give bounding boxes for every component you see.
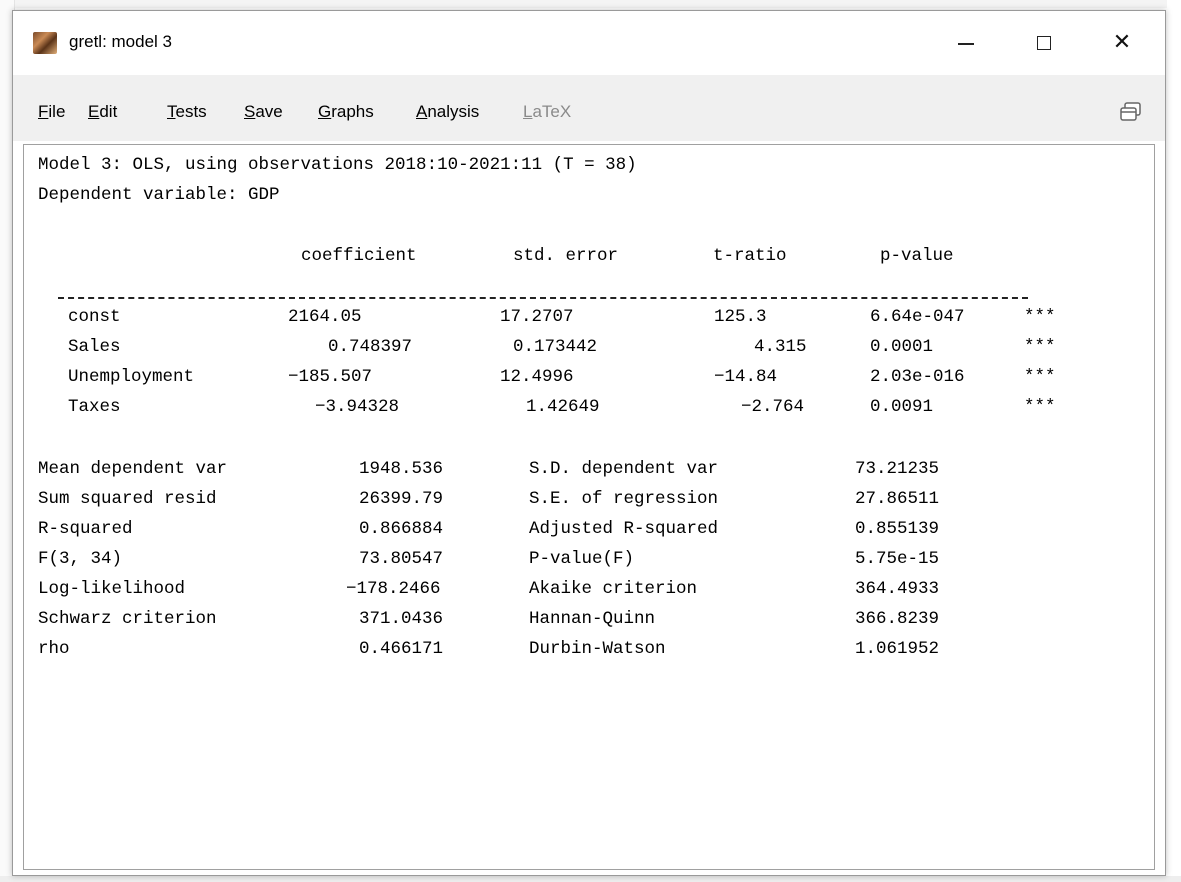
column-header-p-value: p-value: [880, 246, 954, 266]
maximize-icon: [1037, 36, 1051, 50]
menu-latex-label: aTeX: [532, 102, 572, 121]
row-p: 0.0001: [870, 337, 934, 357]
stat-label: P-value(F): [529, 549, 635, 569]
stat-value: 5.75e-15: [855, 549, 940, 569]
stat-value: 1948.536: [359, 459, 444, 479]
stat-label: Sum squared resid: [38, 489, 217, 509]
close-button[interactable]: ✕: [1087, 11, 1157, 75]
row-p: 0.0091: [870, 397, 934, 417]
stat-value: 0.855139: [855, 519, 940, 539]
row-coef: −3.94328: [315, 397, 400, 417]
window-title: gretl: model 3: [69, 32, 172, 51]
gretl-app-icon[interactable]: [33, 32, 57, 54]
row-coef: 0.748397: [328, 337, 413, 357]
stat-value: 0.466171: [359, 639, 444, 659]
stat-label: R-squared: [38, 519, 133, 539]
row-t: 125.3: [714, 307, 767, 327]
window-restore-icon[interactable]: [1120, 102, 1142, 122]
output-header-line1: Model 3: OLS, using observations 2018:10…: [38, 155, 637, 175]
stat-value: 27.86511: [855, 489, 940, 509]
background-strip-right: [1167, 0, 1181, 882]
stat-label: rho: [38, 639, 70, 659]
title-bar[interactable]: gretl: model 3 ✕: [13, 11, 1165, 75]
menu-file[interactable]: File: [38, 102, 65, 122]
row-se: 12.4996: [500, 367, 574, 387]
stat-value: 0.866884: [359, 519, 444, 539]
stat-label: Schwarz criterion: [38, 609, 217, 629]
stat-label: Adjusted R-squared: [529, 519, 719, 539]
stat-value: 371.0436: [359, 609, 444, 629]
output-header-line2: Dependent variable: GDP: [38, 185, 280, 205]
row-coef: 2164.05: [288, 307, 362, 327]
row-name: Unemployment: [68, 367, 195, 387]
stat-label: Akaike criterion: [529, 579, 698, 599]
menu-graphs-label: raphs: [331, 102, 374, 121]
menu-tests[interactable]: Tests: [167, 102, 207, 122]
row-t: 4.315: [754, 337, 807, 357]
menu-tests-label: ests: [175, 102, 207, 121]
stat-label: Mean dependent var: [38, 459, 228, 479]
column-header-t-ratio: t-ratio: [713, 246, 787, 266]
background-strip-bottom: [0, 876, 1181, 882]
row-p: 2.03e-016: [870, 367, 965, 387]
row-se: 0.173442: [513, 337, 598, 357]
row-stars: ***: [1024, 307, 1056, 327]
stat-value: 1.061952: [855, 639, 940, 659]
menu-graphs-accel: G: [318, 102, 332, 121]
stat-value: −178.2466: [346, 579, 441, 599]
menu-latex[interactable]: LaTeX: [523, 102, 571, 122]
table-separator: [58, 297, 1028, 299]
stat-value: 364.4933: [855, 579, 940, 599]
model-window: gretl: model 3 ✕ File Edit Tests Save Gr…: [12, 10, 1166, 876]
stat-label: Log-likelihood: [38, 579, 186, 599]
stat-value: 73.21235: [855, 459, 940, 479]
row-name: const: [68, 307, 121, 327]
stat-value: 73.80547: [359, 549, 444, 569]
menu-save-accel: S: [244, 102, 256, 121]
stat-label: F(3, 34): [38, 549, 123, 569]
row-t: −14.84: [714, 367, 778, 387]
stat-label: Hannan-Quinn: [529, 609, 656, 629]
maximize-button[interactable]: [1009, 11, 1079, 75]
stat-label: Durbin-Watson: [529, 639, 666, 659]
column-header-coefficient: coefficient: [301, 246, 417, 266]
row-stars: ***: [1024, 367, 1056, 387]
row-stars: ***: [1024, 397, 1056, 417]
close-icon: ✕: [1112, 30, 1132, 55]
menu-analysis-label: nalysis: [427, 102, 480, 121]
menu-save[interactable]: Save: [244, 102, 283, 122]
menu-analysis[interactable]: Analysis: [416, 102, 479, 122]
column-header-std-error: std. error: [513, 246, 619, 266]
stat-value: 26399.79: [359, 489, 444, 509]
row-t: −2.764: [741, 397, 805, 417]
row-se: 17.2707: [500, 307, 574, 327]
stat-label: S.E. of regression: [529, 489, 719, 509]
menu-edit-label: dit: [99, 102, 118, 121]
menu-file-accel: F: [38, 102, 49, 121]
model-output-text[interactable]: Model 3: OLS, using observations 2018:10…: [23, 144, 1155, 870]
row-name: Sales: [68, 337, 121, 357]
row-coef: −185.507: [288, 367, 373, 387]
row-name: Taxes: [68, 397, 121, 417]
menu-graphs[interactable]: Graphs: [318, 102, 374, 122]
menu-file-label: ile: [48, 102, 66, 121]
row-p: 6.64e-047: [870, 307, 965, 327]
menu-tests-accel: T: [167, 102, 176, 121]
menu-bar: File Edit Tests Save Graphs Analysis LaT…: [13, 75, 1165, 141]
menu-save-label: ave: [255, 102, 283, 121]
minimize-button[interactable]: [931, 11, 1001, 75]
row-se: 1.42649: [526, 397, 600, 417]
row-stars: ***: [1024, 337, 1056, 357]
stat-value: 366.8239: [855, 609, 940, 629]
menu-edit[interactable]: Edit: [88, 102, 117, 122]
menu-analysis-accel: A: [416, 102, 428, 121]
menu-edit-accel: E: [88, 102, 100, 121]
background-strip-top: [0, 0, 1181, 8]
stat-label: S.D. dependent var: [529, 459, 719, 479]
minimize-icon: [958, 43, 974, 45]
